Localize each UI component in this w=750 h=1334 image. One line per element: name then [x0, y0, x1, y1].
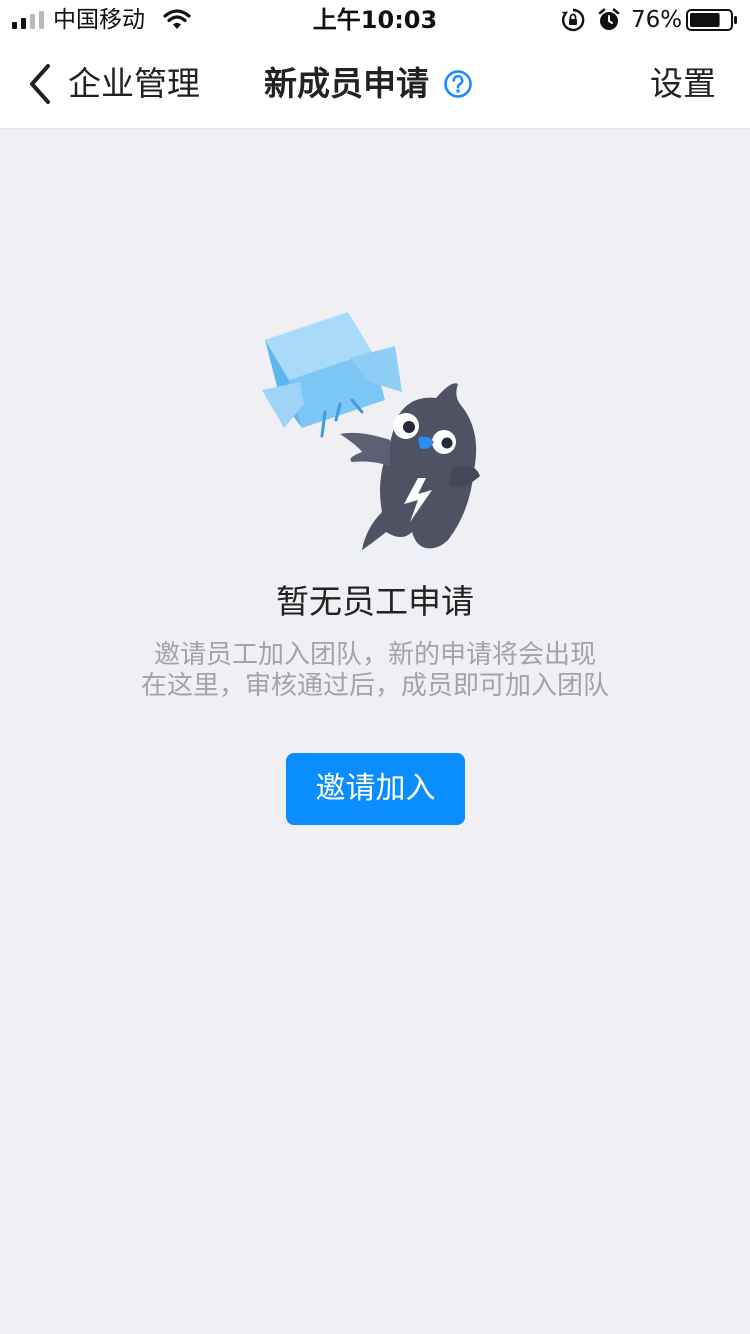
settings-button[interactable]: 设置 [650, 62, 716, 106]
chevron-left-icon [30, 64, 50, 104]
empty-state-description-line-1: 邀请员工加入团队，新的申请将会出现 [153, 640, 596, 670]
alarm-icon [598, 8, 620, 30]
page-title: 新成员申请 [264, 64, 429, 103]
navigation-bar: 企业管理 新成员申请 设置 [0, 40, 750, 129]
battery-percent: 76% [631, 7, 683, 33]
empty-state-description-line-2: 在这里，审核通过后，成员即可加入团队 [140, 671, 609, 701]
empty-state-title: 暂无员工申请 [276, 582, 474, 621]
status-bar: 中国移动 上午10:03 76% [0, 0, 750, 40]
back-button[interactable]: 企业管理 [26, 62, 200, 106]
invite-button[interactable]: 邀请加入 [286, 753, 465, 825]
help-circle-icon[interactable] [443, 69, 473, 99]
bird-mascot-throwing-box-illustration [195, 312, 555, 560]
orientation-lock-icon [561, 8, 585, 32]
empty-state-description: 邀请员工加入团队，新的申请将会出现 在这里，审核通过后，成员即可加入团队 [100, 640, 650, 702]
battery-icon [686, 9, 737, 31]
back-label: 企业管理 [68, 64, 200, 103]
title-group: 新成员申请 [264, 62, 473, 106]
